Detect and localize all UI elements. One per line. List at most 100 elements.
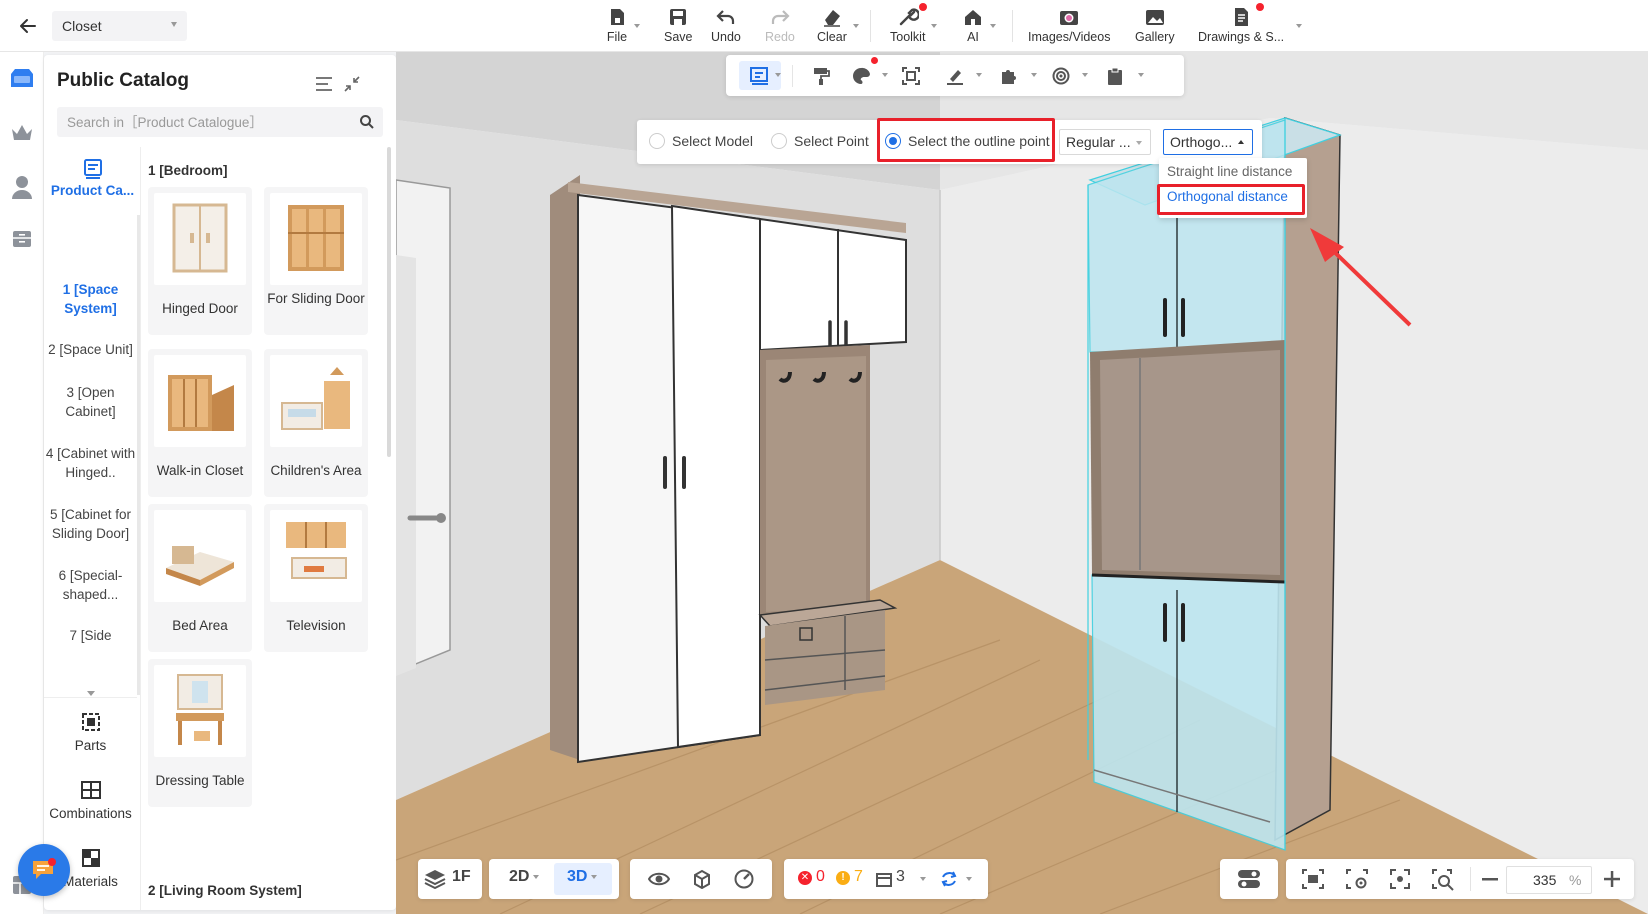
product-card-sliding-door[interactable]: For Sliding Door [264,187,368,335]
material-palette-button[interactable] [846,57,878,90]
product-label: Dressing Table [155,773,245,788]
category-item[interactable]: 1 [Space System] [44,280,137,318]
combinations-button[interactable]: Combinations [44,780,137,821]
chat-support-button[interactable] [18,844,70,896]
eye-icon[interactable] [648,870,670,888]
chevron-down-icon[interactable] [1138,73,1144,77]
clipboard-button[interactable] [1100,61,1130,90]
radio-circle [771,133,787,149]
product-card-childrens-area[interactable]: Children's Area [264,349,368,497]
catalog-panel: Public Catalog Product Ca... 1 [Space Sy… [44,55,396,910]
chevron-down-icon[interactable] [920,877,926,881]
paint-roller-icon [814,67,830,85]
chevron-up-icon [1238,140,1244,144]
chevron-down-icon[interactable] [1082,73,1088,77]
chevron-down-icon[interactable] [882,73,888,77]
radio-select-model[interactable]: Select Model [649,133,753,149]
drawings-button[interactable]: Drawings & S... [1198,3,1285,48]
category-item[interactable]: 2 [Space Unit] [44,340,137,359]
error-icon[interactable]: ✕ [798,871,812,885]
gallery-label: Gallery [1135,30,1175,44]
radio-select-point[interactable]: Select Point [771,133,869,149]
brush-tool-button[interactable] [940,61,970,90]
radio-select-outline-point[interactable]: Select the outline point [885,133,1050,149]
frame-select-button[interactable] [896,61,926,90]
mode-select[interactable]: Regular ... [1059,129,1151,155]
paint-roller-button[interactable] [806,61,836,90]
catalog-search-input[interactable] [57,107,383,137]
wardrobe-side-panel [550,175,580,760]
category-item[interactable]: 6 [Special-shaped... [44,566,137,604]
save-button[interactable]: Save [664,6,693,48]
view-3d-button[interactable]: 3D [567,868,598,886]
category-item[interactable]: 4 [Cabinet with Hinged.. [44,444,137,482]
parts-button[interactable]: Parts [44,712,137,753]
chevron-down-icon[interactable] [976,73,982,77]
zoom-out-icon[interactable] [1482,878,1498,881]
distance-select[interactable]: Orthogo... [1163,129,1253,155]
chevron-down-icon[interactable] [87,691,95,696]
file-menu-button[interactable]: File [606,6,640,48]
radio-circle [885,133,901,149]
user-icon[interactable] [7,172,37,202]
warning-icon[interactable]: ! [836,871,850,885]
crown-icon[interactable] [7,118,37,148]
toolkit-button[interactable]: Toolkit [890,3,938,48]
zoom-region-icon[interactable] [1432,869,1454,891]
chevron-down-icon[interactable] [1296,24,1302,28]
fit-view-icon[interactable] [1390,869,1410,889]
option-straight-line-distance[interactable]: Straight line distance [1167,164,1292,179]
floor-selector[interactable]: 1F [418,859,482,899]
model-count-icon[interactable] [876,871,892,887]
tab-product-catalogue[interactable]: Product Ca... [44,151,141,211]
view-2d-button[interactable]: 2D [509,868,540,886]
search-icon[interactable] [359,114,375,130]
category-scrollbar[interactable] [137,215,140,695]
project-dropdown[interactable]: Closet [52,11,187,41]
gallery-button[interactable]: Gallery [1135,6,1175,48]
cabinet-icon[interactable] [7,224,37,254]
gauge-icon[interactable] [734,869,754,889]
product-card-hinged-door[interactable]: Hinged Door [148,187,252,335]
category-item[interactable]: 7 [Side Cabinet] [44,626,137,648]
camera-view-icon[interactable] [1302,869,1324,889]
combinations-icon [80,781,101,799]
redo-button[interactable]: Redo [765,6,795,48]
product-card-bed-area[interactable]: Bed Area [148,504,252,652]
plugin-button[interactable] [994,61,1024,90]
category-item[interactable]: 3 [Open Cabinet] [44,383,137,421]
target-button[interactable] [1046,61,1076,90]
collapse-icon[interactable] [341,73,363,95]
warning-count[interactable]: 7 [854,868,863,886]
error-count[interactable]: 0 [816,868,825,886]
drawings-label: Drawings & S... [1198,30,1285,44]
chevron-down-icon[interactable] [966,877,972,881]
clear-button[interactable]: Clear [817,6,859,48]
product-card-walk-in-closet[interactable]: Walk-in Closet [148,349,252,497]
panel-scrollbar[interactable] [387,147,391,457]
model-count[interactable]: 3 [896,868,905,886]
save-label: Save [664,30,693,44]
back-arrow-icon[interactable] [14,12,42,40]
catalog-rail-icon[interactable] [7,64,37,94]
zoom-in-icon[interactable] [1604,871,1620,887]
product-card-television[interactable]: Television [264,504,368,652]
sync-icon[interactable] [940,870,958,888]
highlight-box [1157,184,1305,215]
camera-settings-icon[interactable] [1346,869,1368,889]
cube-icon[interactable] [692,869,712,889]
3d-viewport[interactable] [396,52,1648,914]
ai-house-icon [965,10,981,25]
product-thumbnail [154,510,246,602]
wrench-icon [899,8,919,26]
images-videos-button[interactable]: Images/Videos [1028,6,1110,48]
chevron-down-icon [852,24,859,28]
undo-button[interactable]: Undo [711,6,741,48]
ai-button[interactable]: AI [962,6,996,48]
chevron-down-icon[interactable] [775,73,781,77]
list-view-icon[interactable] [313,73,335,95]
chevron-down-icon[interactable] [1031,73,1037,77]
settings-toggle[interactable] [1220,859,1278,899]
category-item[interactable]: 5 [Cabinet for Sliding Door] [44,505,137,543]
product-card-dressing-table[interactable]: Dressing Table [148,659,252,807]
